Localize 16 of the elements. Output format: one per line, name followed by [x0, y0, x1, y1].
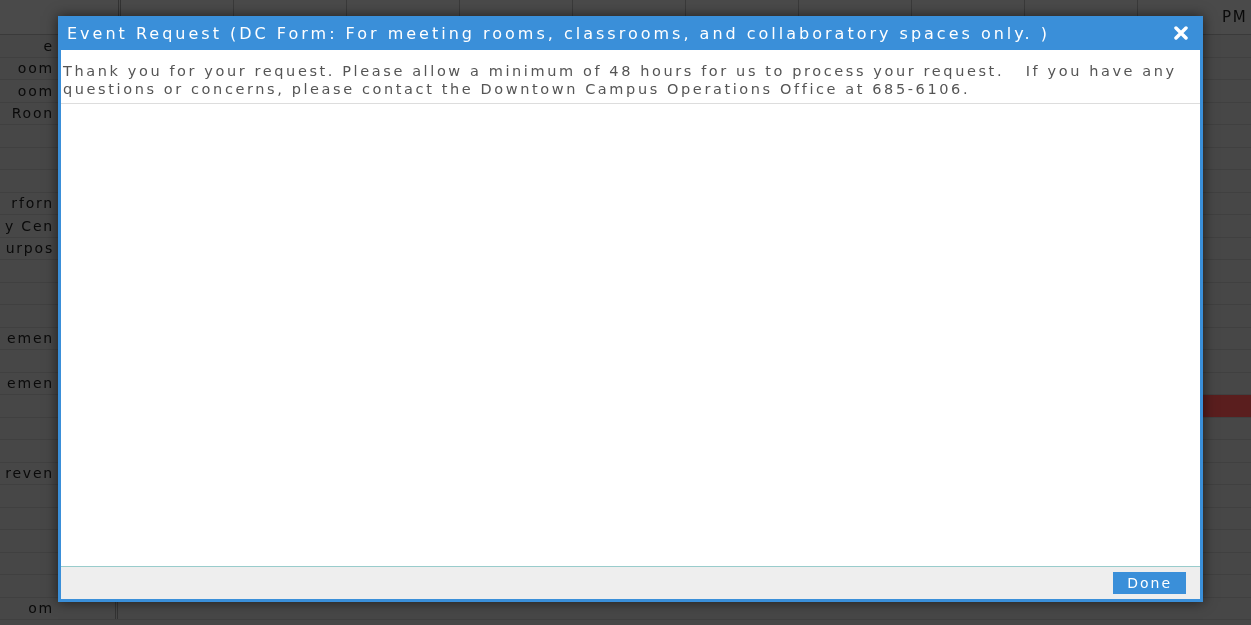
room-label: Roon: [11, 105, 54, 122]
room-label: rforn: [11, 195, 54, 212]
close-button[interactable]: [1174, 26, 1188, 40]
room-label: emen: [7, 330, 54, 347]
room-label: y Cen: [5, 217, 54, 234]
dialog-message: Thank you for your request. Please allow a minimum of 48 hours for us to process your request. If you have any questions or concerns, please contact the Downtown Campus Operations Office at 685-6106.: [61, 50, 1200, 104]
column-header: PM: [1222, 8, 1248, 26]
dialog-title: Event Request (DC Form: For meeting rooms, classrooms, and collaboratory spaces only. ): [67, 23, 1050, 43]
room-label: oom: [17, 82, 54, 99]
done-button[interactable]: Done: [1113, 572, 1186, 594]
room-label: om: [28, 600, 54, 617]
room-label: oom: [17, 60, 54, 77]
room-label: e: [43, 37, 54, 54]
room-label: urpos: [5, 240, 54, 257]
room-label: emen: [7, 375, 54, 392]
room-label: reven: [5, 465, 54, 482]
